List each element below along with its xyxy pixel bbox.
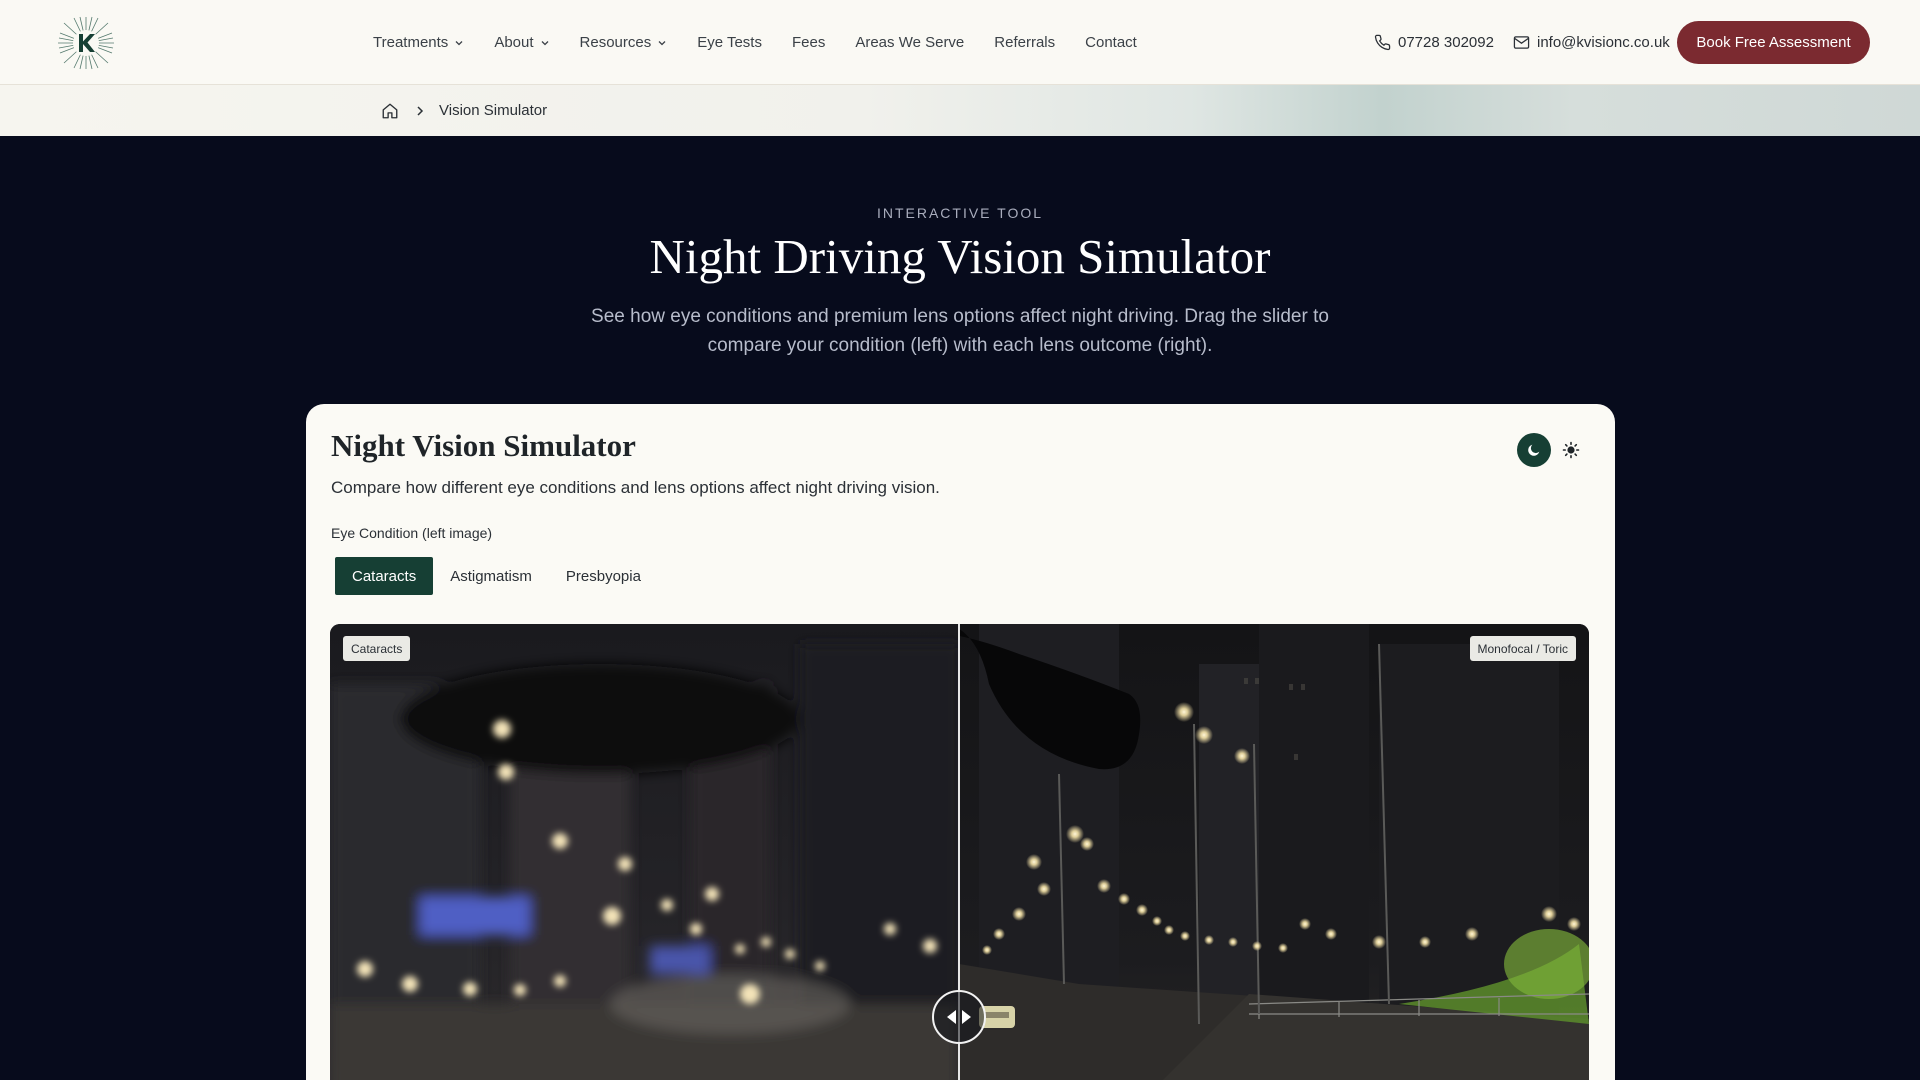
nav-item-eye-tests[interactable]: Eye Tests bbox=[697, 34, 762, 51]
phone-link[interactable]: 07728 302092 bbox=[1374, 0, 1494, 85]
phone-number: 07728 302092 bbox=[1398, 34, 1494, 51]
mail-icon bbox=[1513, 36, 1530, 49]
chevron-down-icon bbox=[455, 40, 463, 45]
lens-outcome-image bbox=[959, 624, 1589, 1080]
main-nav: Treatments About Resources Eye Tests Fee… bbox=[373, 0, 1167, 85]
hero-eyebrow: INTERACTIVE TOOL bbox=[876, 205, 1044, 221]
night-mode-toggle[interactable] bbox=[1517, 433, 1551, 467]
simulator-title: Night Vision Simulator bbox=[331, 428, 636, 463]
page-title: Night Driving Vision Simulator bbox=[649, 229, 1271, 284]
condition-tabs: Cataracts Astigmatism Presbyopia bbox=[335, 557, 658, 595]
nav-label: Referrals bbox=[994, 34, 1056, 51]
nav-item-areas-we-serve[interactable]: Areas We Serve bbox=[855, 34, 964, 51]
eye-condition-label: Eye Condition (left image) bbox=[331, 525, 493, 541]
nav-label: Contact bbox=[1085, 34, 1137, 51]
tab-astigmatism[interactable]: Astigmatism bbox=[433, 557, 549, 595]
home-icon[interactable] bbox=[381, 102, 399, 120]
simulator-card: Night Vision Simulator Compare how diffe… bbox=[306, 404, 1615, 1080]
blurred-night-road-image bbox=[330, 624, 958, 1080]
chevron-down-icon bbox=[541, 40, 548, 45]
nav-label: Resources bbox=[579, 34, 652, 51]
site-header: Treatments About Resources Eye Tests Fee… bbox=[0, 0, 1920, 85]
hero-subtitle: See how eye conditions and premium lens … bbox=[591, 306, 1329, 356]
comparison-viewer[interactable]: Cataracts Monofocal / Toric bbox=[330, 624, 1589, 1080]
logo-icon bbox=[58, 16, 114, 70]
left-right-arrows-icon bbox=[947, 1010, 971, 1024]
tab-cataracts[interactable]: Cataracts bbox=[335, 557, 434, 595]
breadcrumb-band: Vision Simulator bbox=[0, 85, 1920, 136]
breadcrumb: Vision Simulator bbox=[381, 85, 547, 136]
email-address: info@kvisionc.co.uk bbox=[1537, 34, 1670, 51]
email-link[interactable]: info@kvisionc.co.uk bbox=[1513, 0, 1670, 85]
comparison-slider-handle[interactable] bbox=[932, 990, 986, 1044]
chevron-right-icon bbox=[417, 105, 424, 116]
clear-night-road-image bbox=[959, 624, 1589, 1080]
tab-presbyopia[interactable]: Presbyopia bbox=[549, 557, 658, 595]
nav-item-fees[interactable]: Fees bbox=[792, 34, 825, 51]
nav-item-referrals[interactable]: Referrals bbox=[994, 34, 1055, 51]
sun-icon bbox=[1562, 441, 1580, 459]
phone-icon bbox=[1374, 34, 1391, 51]
site-logo[interactable] bbox=[50, 15, 122, 71]
condition-image bbox=[330, 624, 958, 1080]
right-lens-badge: Monofocal / Toric bbox=[1469, 636, 1576, 661]
nav-item-resources[interactable]: Resources bbox=[580, 34, 668, 51]
nav-label: Fees bbox=[791, 34, 826, 51]
nav-label: About bbox=[494, 34, 534, 51]
simulator-description: Compare how different eye conditions and… bbox=[331, 478, 940, 497]
chevron-down-icon bbox=[658, 40, 666, 45]
nav-item-contact[interactable]: Contact bbox=[1085, 34, 1137, 51]
breadcrumb-current: Vision Simulator bbox=[439, 102, 548, 119]
day-mode-toggle[interactable] bbox=[1561, 440, 1581, 460]
nav-item-about[interactable]: About bbox=[494, 34, 549, 51]
moon-icon bbox=[1528, 444, 1540, 456]
book-assessment-button[interactable]: Book Free Assessment bbox=[1677, 21, 1870, 64]
nav-item-treatments[interactable]: Treatments bbox=[373, 34, 464, 51]
nav-label: Eye Tests bbox=[697, 34, 762, 51]
nav-label: Treatments bbox=[373, 34, 449, 51]
nav-label: Areas We Serve bbox=[855, 34, 965, 51]
left-condition-badge: Cataracts bbox=[343, 636, 411, 661]
